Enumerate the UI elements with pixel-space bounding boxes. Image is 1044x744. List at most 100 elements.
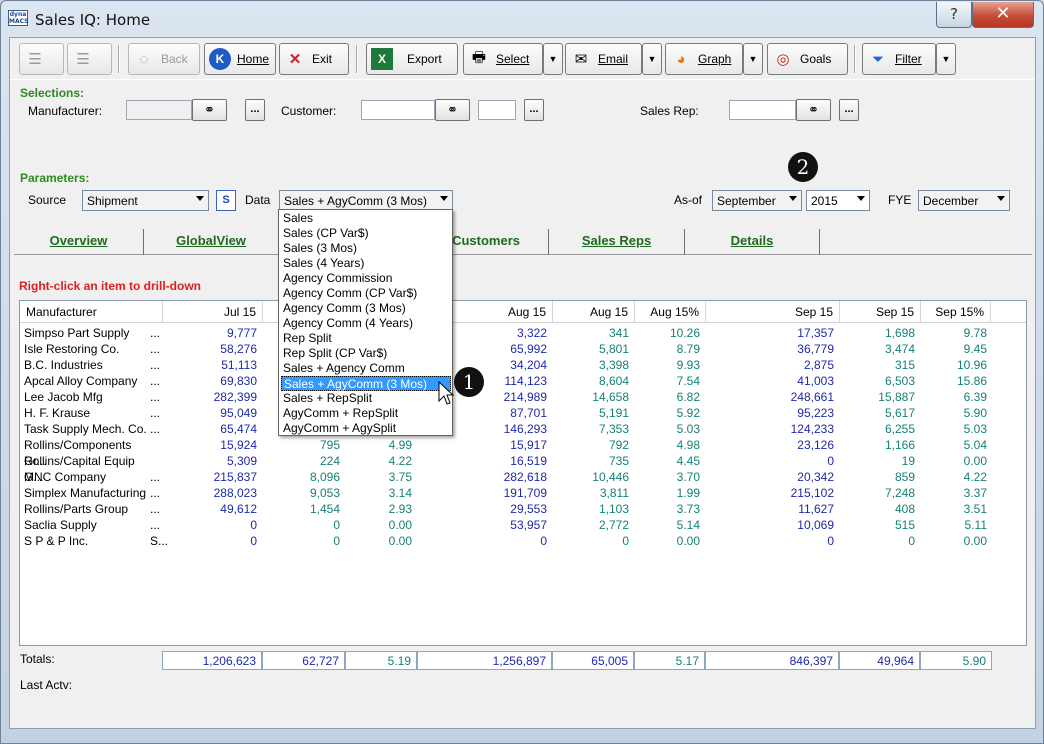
- dropdown-option[interactable]: AgyComm + AgySplit: [281, 421, 451, 436]
- dropdown-option[interactable]: Sales + Agency Comm: [281, 361, 451, 376]
- customer-more-button[interactable]: ...: [524, 99, 544, 121]
- dropdown-option[interactable]: Sales + AgyComm (3 Mos): [281, 376, 451, 391]
- cell-jul3: 4.22: [388, 454, 412, 468]
- cell-sep3: 5.03: [963, 422, 987, 436]
- dropdown-option[interactable]: Rep Split: [281, 331, 451, 346]
- cell-jul3: 2.93: [388, 502, 412, 516]
- cell-sep: 17,357: [797, 326, 834, 340]
- dropdown-option[interactable]: Sales: [281, 211, 451, 226]
- binoculars-icon: ⚭: [447, 102, 458, 117]
- cell-aug2: 341: [608, 326, 629, 340]
- main-client-area: ☰ ☰ ◌ Back K Home ✕ Exit X Export 🖶 Sele…: [9, 37, 1036, 729]
- tab-details[interactable]: Details: [685, 229, 820, 255]
- cell-name: Isle Restoring Co.: [24, 342, 120, 356]
- col-header-manufacturer[interactable]: Manufacturer: [20, 301, 163, 323]
- data-select[interactable]: Sales + AgyComm (3 Mos): [279, 190, 453, 211]
- dropdown-option[interactable]: Agency Comm (CP Var$): [281, 286, 451, 301]
- cell-name: Rollins/Capital Equip G...: [24, 454, 135, 484]
- table-row[interactable]: Isle Restoring Co.... 58,276 65,992 5,801 8.…: [20, 341, 1026, 357]
- cell-aug3: 5.14: [676, 518, 700, 532]
- dropdown-option[interactable]: Rep Split (CP Var$): [281, 346, 451, 361]
- collapse-button[interactable]: ☰: [19, 43, 64, 75]
- cell-aug3: 3.70: [676, 470, 700, 484]
- table-row[interactable]: Rollins/Parts Group... 49,612 1,454 2.93 29,…: [20, 501, 1026, 517]
- source-select[interactable]: Shipment: [82, 190, 209, 211]
- table-row[interactable]: H. F. Krause... 95,049 87,701 5,191 5.92 95,2…: [20, 405, 1026, 421]
- salesrep-lookup-button[interactable]: ⚭: [796, 99, 831, 121]
- dropdown-option[interactable]: Agency Commission: [281, 271, 451, 286]
- help-button[interactable]: ?: [936, 2, 972, 28]
- col-header-aug-2[interactable]: Aug 15: [553, 301, 635, 323]
- dropdown-option[interactable]: Agency Comm (4 Years): [281, 316, 451, 331]
- total-sep: 846,397: [705, 651, 839, 670]
- asof-year-select[interactable]: 2015: [806, 190, 870, 211]
- salesrep-more-button[interactable]: ...: [839, 99, 859, 121]
- exit-button[interactable]: ✕ Exit: [279, 43, 349, 75]
- title-bar[interactable]: dyna MACS Sales IQ: Home ? ✕: [1, 1, 1043, 37]
- s-button[interactable]: S: [216, 190, 236, 211]
- dropdown-option[interactable]: Sales (3 Mos): [281, 241, 451, 256]
- cell-sep: 0: [827, 534, 834, 548]
- cell-name: Task Supply Mech. Co.: [24, 422, 147, 436]
- table-row[interactable]: Apcal Alloy Company... 69,830 114,123 8,604…: [20, 373, 1026, 389]
- goals-button[interactable]: ◎ Goals: [767, 43, 848, 75]
- dropdown-option[interactable]: Sales (CP Var$): [281, 226, 451, 241]
- tab-sales-reps[interactable]: Sales Reps: [549, 229, 685, 255]
- cell-aug: 0: [540, 534, 547, 548]
- table-row[interactable]: Rollins/Components Gr... 15,924 795 4.99 15,…: [20, 437, 1026, 468]
- expand-button[interactable]: ☰: [67, 43, 112, 75]
- table-row[interactable]: Simplex Manufacturing... 288,023 9,053 3.14…: [20, 485, 1026, 501]
- filter-dropdown-button[interactable]: ▼: [936, 43, 956, 75]
- table-row[interactable]: Task Supply Mech. Co.... 65,474 146,293 7,3…: [20, 421, 1026, 437]
- email-button[interactable]: ✉ Email: [565, 43, 642, 75]
- table-row[interactable]: S P & P Inc. S... 0 0 0.00 0 0 0.00 0 0 0.00: [20, 533, 1026, 549]
- table-row[interactable]: Rollins/Capital Equip G... 5,309 224 4.22 16…: [20, 453, 1026, 484]
- col-header-sep-pct[interactable]: Sep 15%: [921, 301, 991, 323]
- graph-button[interactable]: ◕ Graph: [665, 43, 743, 75]
- home-button[interactable]: K Home: [204, 43, 276, 75]
- graph-dropdown-button[interactable]: ▼: [743, 43, 763, 75]
- col-header-jul[interactable]: Jul 15: [163, 301, 263, 323]
- select-button[interactable]: 🖶 Select: [463, 43, 543, 75]
- tab-globalview[interactable]: GlobalView: [144, 229, 279, 255]
- asof-month-select[interactable]: September: [712, 190, 802, 211]
- dropdown-option[interactable]: Sales + RepSplit: [281, 391, 451, 406]
- back-button[interactable]: ◌ Back: [128, 43, 200, 75]
- chevron-down-icon: [789, 196, 797, 201]
- manufacturer-lookup-button[interactable]: ⚭: [192, 99, 227, 121]
- manufacturer-grid[interactable]: Manufacturer Jul 15 Aug 15 Aug 15 Aug 15…: [19, 300, 1027, 646]
- customer-secondary-field[interactable]: [478, 100, 516, 120]
- manufacturer-more-button[interactable]: ...: [245, 99, 265, 121]
- cell-jul: 0: [250, 534, 257, 548]
- email-dropdown-button[interactable]: ▼: [642, 43, 662, 75]
- cell-name: Rollins/Components Gr...: [24, 438, 132, 468]
- table-row[interactable]: Simpso Part Supply... 9,777 3,322 341 10.26 1…: [20, 325, 1026, 341]
- fye-select[interactable]: December: [918, 190, 1010, 211]
- cell-jul: 95,049: [220, 406, 257, 420]
- manufacturer-field[interactable]: [126, 100, 192, 120]
- table-row[interactable]: B.C. Industries... 51,113 34,204 3,398 9.93 2…: [20, 357, 1026, 373]
- close-button[interactable]: ✕: [972, 2, 1034, 28]
- table-row[interactable]: MNC Company... 215,837 8,096 3.75 282,618 10,…: [20, 469, 1026, 485]
- filter-button[interactable]: ⏷ Filter: [862, 43, 936, 75]
- table-row[interactable]: Saclia Supply... 0 0 0.00 53,957 2,772 5.14 10,…: [20, 517, 1026, 533]
- salesrep-field[interactable]: [729, 100, 796, 120]
- data-dropdown-list[interactable]: Sales Sales (CP Var$) Sales (3 Mos) Sales (…: [278, 209, 453, 436]
- export-button[interactable]: X Export: [366, 43, 458, 75]
- customer-field[interactable]: [361, 100, 435, 120]
- cell-aug: 282,618: [503, 470, 547, 484]
- tab-overview[interactable]: Overview: [14, 229, 144, 255]
- col-header-sep-2[interactable]: Sep 15: [840, 301, 921, 323]
- exit-x-icon: ✕: [288, 51, 302, 68]
- customer-lookup-button[interactable]: ⚭: [435, 99, 470, 121]
- manufacturer-label: Manufacturer:: [28, 104, 103, 118]
- cell-jul3: 3.14: [388, 486, 412, 500]
- dropdown-option[interactable]: Agency Comm (3 Mos): [281, 301, 451, 316]
- select-dropdown-button[interactable]: ▼: [543, 43, 563, 75]
- col-header-sep[interactable]: Sep 15: [706, 301, 840, 323]
- cell-aug3: 4.98: [676, 438, 700, 452]
- dropdown-option[interactable]: AgyComm + RepSplit: [281, 406, 451, 421]
- dropdown-option[interactable]: Sales (4 Years): [281, 256, 451, 271]
- col-header-aug-pct[interactable]: Aug 15%: [635, 301, 706, 323]
- table-row[interactable]: Lee Jacob Mfg... 282,399 214,989 14,658 6.82…: [20, 389, 1026, 405]
